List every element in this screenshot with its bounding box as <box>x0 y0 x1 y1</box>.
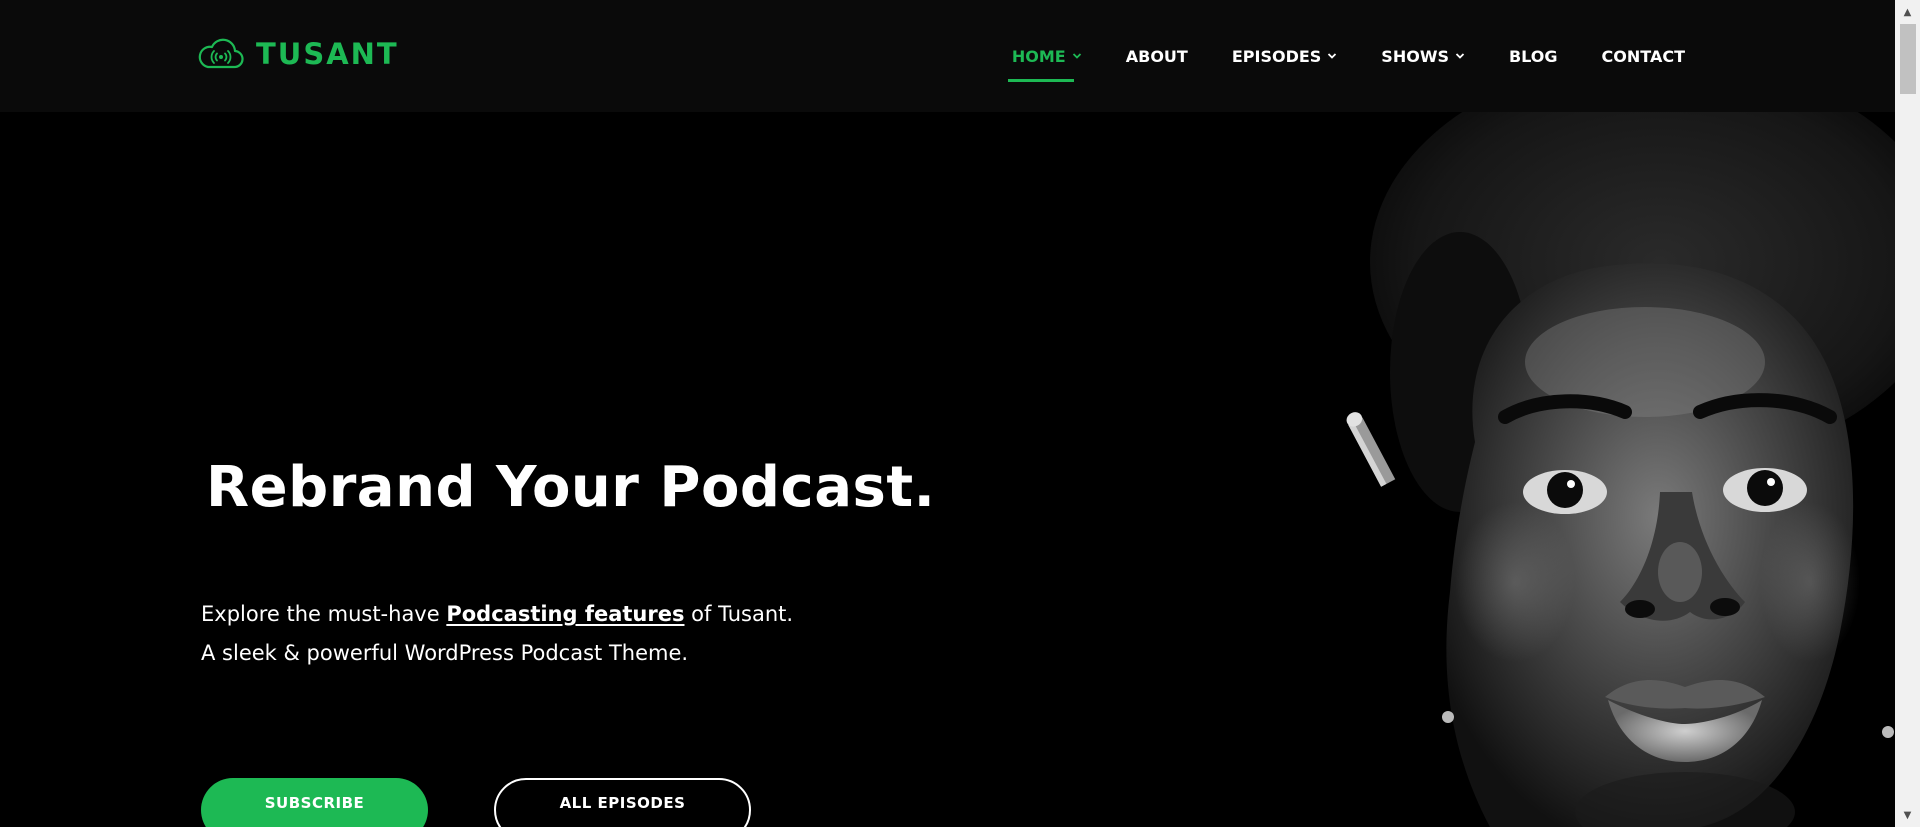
logo-text: TUSANT <box>256 37 399 71</box>
main-nav: HOME ABOUT EPISODES SHOWS BLOG CONTACT <box>1007 44 1685 82</box>
nav-label-shows: SHOWS <box>1381 46 1449 66</box>
hero-description-line-1: Explore the must-have Podcasting feature… <box>201 595 793 634</box>
hero-portrait-image <box>1340 112 1895 827</box>
nav-label-blog: BLOG <box>1508 46 1558 66</box>
hero-description-line-2: A sleek & powerful WordPress Podcast The… <box>201 641 689 665</box>
scroll-down-arrow-icon[interactable]: ▼ <box>1895 805 1920 825</box>
hero-title: Rebrand Your Podcast. <box>206 455 936 520</box>
portrait-illustration <box>1346 112 1895 827</box>
chevron-down-icon <box>1072 53 1081 59</box>
nav-label-contact: CONTACT <box>1601 46 1685 66</box>
nav-item-blog[interactable]: BLOG <box>1509 47 1558 66</box>
site-logo[interactable]: TUSANT <box>196 34 399 74</box>
scroll-up-arrow-icon[interactable]: ▲ <box>1895 2 1920 22</box>
nav-item-episodes[interactable]: EPISODES <box>1232 47 1337 66</box>
hero-text-before-link: Explore the must-have <box>201 602 447 626</box>
all-episodes-button[interactable]: ALL EPISODES <box>494 778 751 827</box>
nav-label-about: ABOUT <box>1125 46 1188 66</box>
hero-text-after-link: of Tusant. <box>684 602 794 626</box>
nav-label-home: HOME <box>1011 46 1066 66</box>
page-scrollbar[interactable]: ▲ ▼ <box>1895 0 1920 827</box>
page: TUSANT HOME ABOUT EPISODES SHOWS BLOG CO… <box>0 0 1920 827</box>
podcasting-features-link[interactable]: Podcasting features <box>446 602 684 626</box>
nav-item-home[interactable]: HOME <box>1007 46 1082 82</box>
chevron-down-icon <box>1455 53 1465 59</box>
subscribe-button[interactable]: SUBSCRIBE <box>201 778 428 827</box>
site-header: TUSANT HOME ABOUT EPISODES SHOWS BLOG CO… <box>0 0 1895 112</box>
hero-description: Explore the must-have Podcasting feature… <box>201 595 793 673</box>
cloud-podcast-icon <box>198 38 244 69</box>
chevron-down-icon <box>1328 53 1337 59</box>
nav-item-shows[interactable]: SHOWS <box>1381 47 1465 66</box>
nav-label-episodes: EPISODES <box>1231 46 1322 66</box>
nav-item-about[interactable]: ABOUT <box>1126 47 1188 66</box>
scrollbar-thumb[interactable] <box>1900 24 1916 94</box>
nav-item-contact[interactable]: CONTACT <box>1602 47 1685 66</box>
